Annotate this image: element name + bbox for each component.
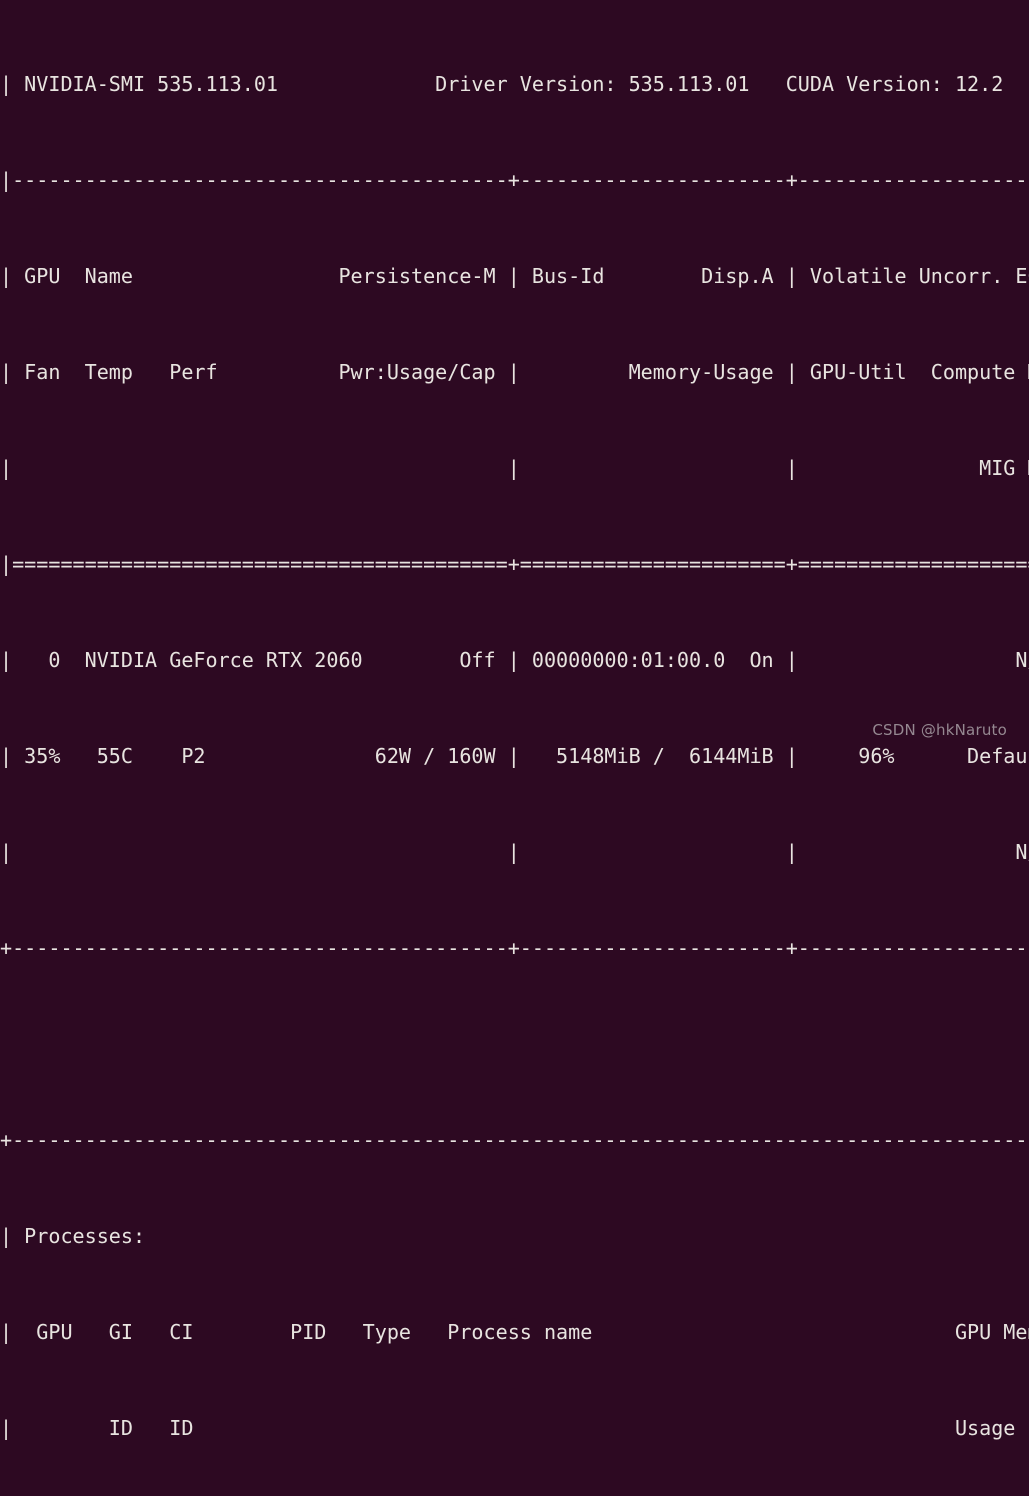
terminal-window[interactable]: | NVIDIA-SMI 535.113.01 Driver Version: … — [0, 0, 1029, 1440]
terminal-cursor — [0, 740, 11, 744]
terminal-screen-buffer[interactable]: | NVIDIA-SMI 535.113.01 Driver Version: … — [0, 4, 1029, 1496]
terminal-line-6: | 0 NVIDIA GeForce RTX 2060 Off | 000000… — [0, 648, 1029, 672]
terminal-line-10 — [0, 1028, 1029, 1060]
csdn-watermark: CSDN @hkNaruto — [872, 721, 1007, 739]
terminal-line-11: +---------------------------------------… — [0, 1128, 1029, 1152]
terminal-line-12: | Processes: | — [0, 1224, 1029, 1248]
terminal-line-14: | ID ID Usage | — [0, 1416, 1029, 1440]
terminal-line-13: | GPU GI CI PID Type Process name GPU Me… — [0, 1320, 1029, 1344]
terminal-line-0: | NVIDIA-SMI 535.113.01 Driver Version: … — [0, 72, 1029, 96]
terminal-line-5: |=======================================… — [0, 552, 1029, 576]
terminal-line-3: | Fan Temp Perf Pwr:Usage/Cap | Memory-U… — [0, 360, 1029, 384]
terminal-line-7: | 35% 55C P2 62W / 160W | 5148MiB / 6144… — [0, 744, 1029, 768]
terminal-line-1: |---------------------------------------… — [0, 168, 1029, 192]
terminal-line-4: | | | MIG M. | — [0, 456, 1029, 480]
terminal-line-8: | | | N/A | — [0, 840, 1029, 864]
terminal-line-2: | GPU Name Persistence-M | Bus-Id Disp.A… — [0, 264, 1029, 288]
terminal-line-9: +---------------------------------------… — [0, 936, 1029, 960]
